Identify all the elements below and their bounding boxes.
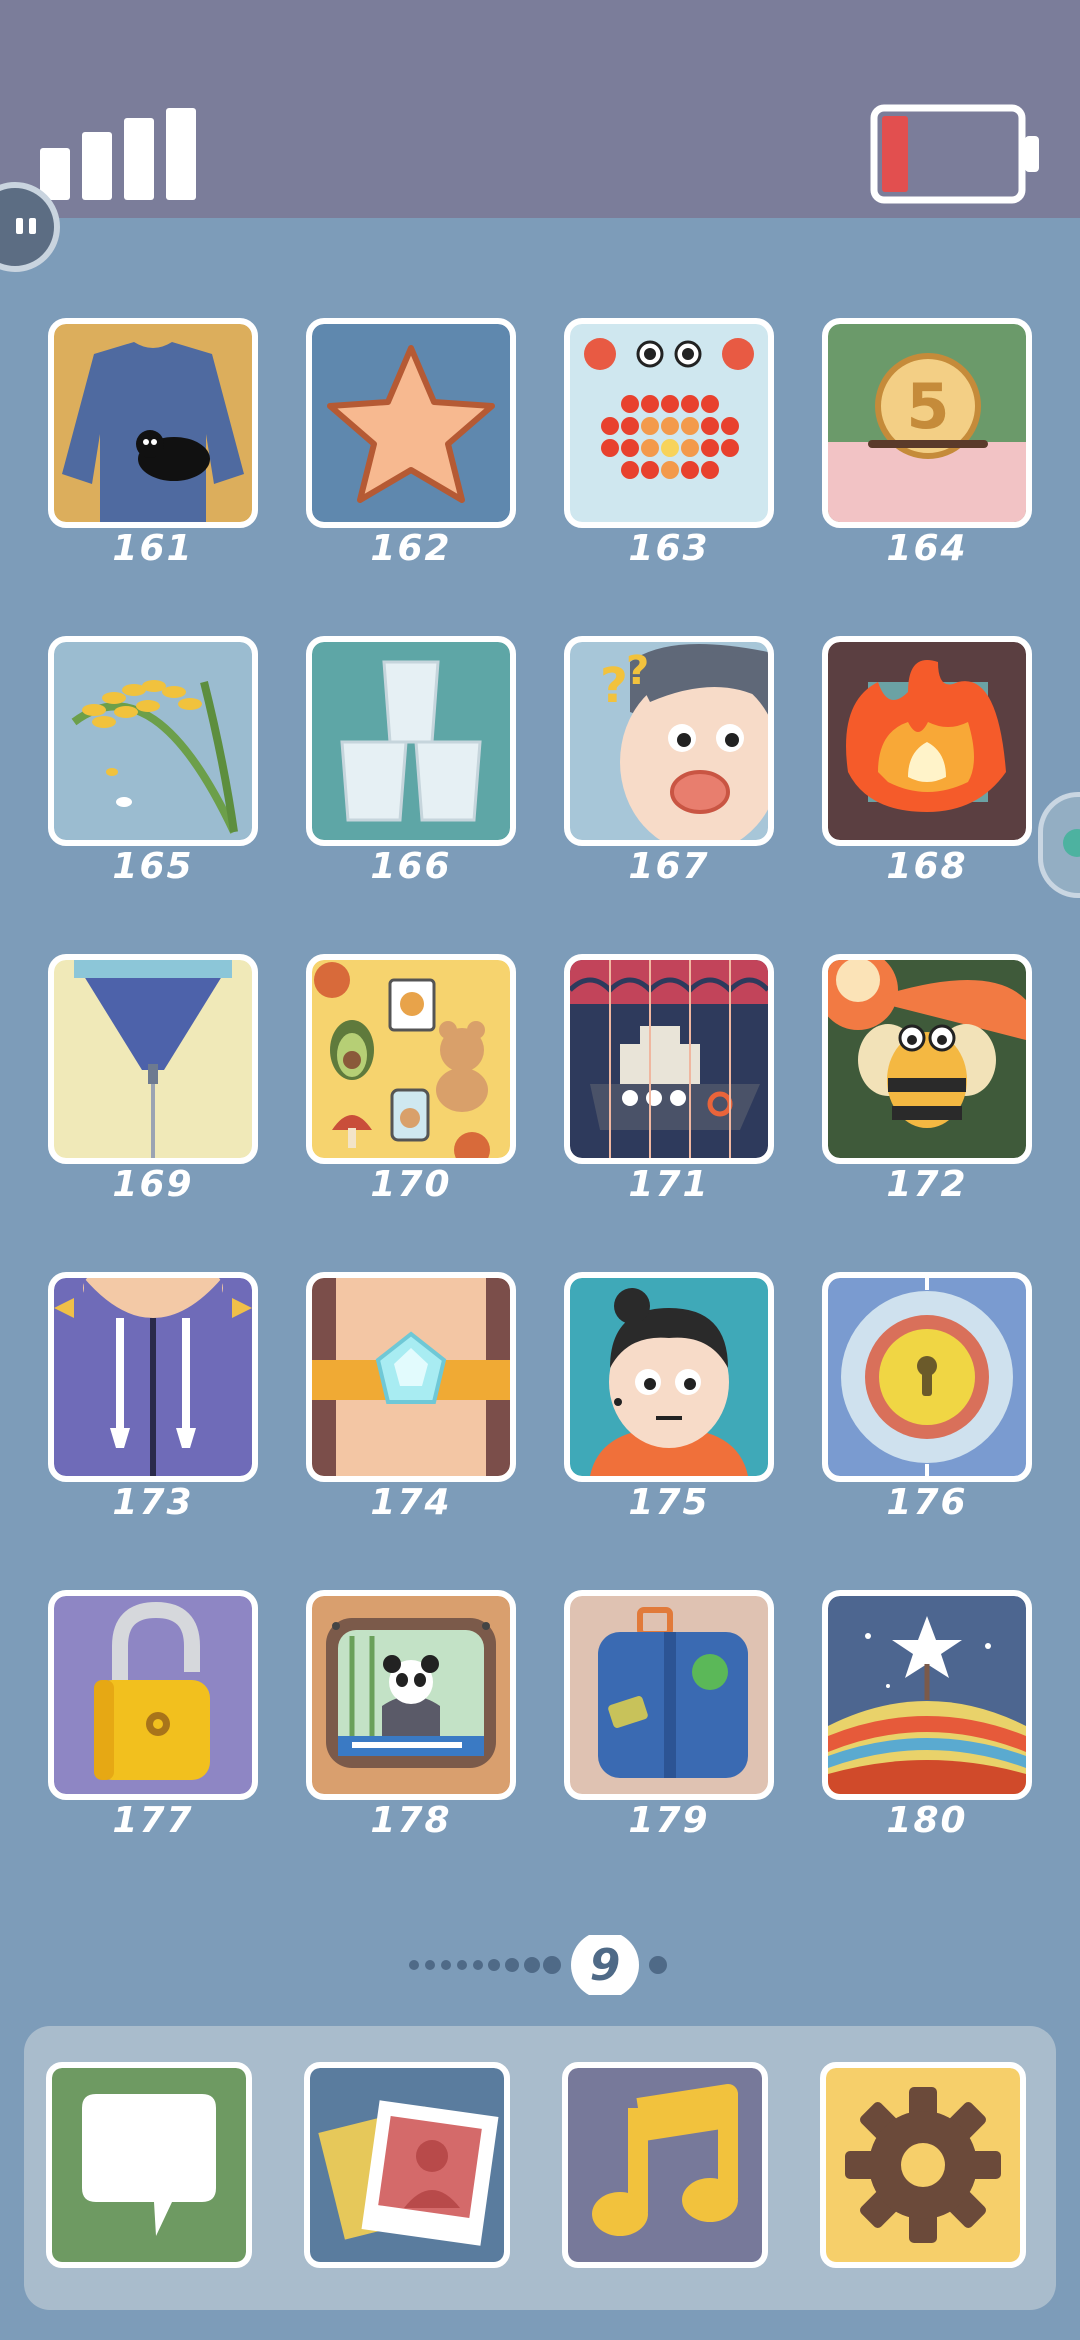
status-bar: [0, 0, 1080, 218]
level-number: 167: [628, 846, 710, 887]
level-number: 162: [370, 528, 452, 569]
level-number: 179: [628, 1800, 710, 1841]
level-number: 175: [628, 1482, 710, 1523]
fire-icon: [828, 642, 1026, 840]
ship-icon: [570, 960, 768, 1158]
birthday-cake-icon: [828, 1596, 1026, 1794]
rice-plant-icon: [54, 642, 252, 840]
level-tile-163[interactable]: 163: [564, 318, 774, 569]
zipper-icon: [54, 960, 252, 1158]
page-dot[interactable]: [505, 1958, 519, 1972]
level-number: 180: [886, 1800, 968, 1841]
page-dot[interactable]: [425, 1960, 435, 1970]
safe-lock-icon: [828, 1278, 1026, 1476]
speech-bubble-icon: [52, 2068, 246, 2262]
level-number: 164: [886, 528, 968, 569]
level-tile-161[interactable]: 161: [48, 318, 258, 569]
current-page-number: 9: [590, 1940, 621, 1991]
signal-bars-icon: [40, 108, 196, 200]
level-tile-178[interactable]: 178: [306, 1590, 516, 1841]
dock-photos-button[interactable]: [304, 2062, 510, 2268]
dock: [24, 2026, 1056, 2310]
page-dot[interactable]: [409, 1960, 419, 1970]
star-icon: [312, 324, 510, 522]
dock-settings-button[interactable]: [820, 2062, 1026, 2268]
level-number: 174: [370, 1482, 452, 1523]
level-tile-175[interactable]: 175: [564, 1272, 774, 1523]
page-dot[interactable]: [488, 1959, 500, 1971]
photo-icon: [310, 2068, 504, 2262]
gear-icon: [826, 2068, 1020, 2262]
level-number: 169: [112, 1164, 194, 1205]
level-tile-173[interactable]: 173: [48, 1272, 258, 1523]
page-dot[interactable]: [543, 1956, 561, 1974]
level-tile-168[interactable]: 168: [822, 636, 1032, 887]
level-number: 172: [886, 1164, 968, 1205]
level-number: 178: [370, 1800, 452, 1841]
level-tile-162[interactable]: 162: [306, 318, 516, 569]
level-tile-174[interactable]: 174: [306, 1272, 516, 1523]
level-tile-180[interactable]: 180: [822, 1590, 1032, 1841]
page-dot[interactable]: [649, 1956, 667, 1974]
coin-piggybank-icon: 5: [828, 324, 1026, 522]
level-number: 161: [112, 528, 194, 569]
level-tile-164[interactable]: 5 164: [822, 318, 1032, 569]
level-tile-172[interactable]: 172: [822, 954, 1032, 1205]
diamond-ring-icon: [312, 1278, 510, 1476]
level-tile-167[interactable]: ? ? 167: [564, 636, 774, 887]
girl-portrait-icon: [570, 1278, 768, 1476]
level-tile-170[interactable]: 170: [306, 954, 516, 1205]
page-dot[interactable]: [441, 1960, 451, 1970]
svg-text:?: ?: [626, 648, 649, 694]
level-tile-176[interactable]: 176: [822, 1272, 1032, 1523]
level-number: 176: [886, 1482, 968, 1523]
level-number: 177: [112, 1800, 194, 1841]
battery-low-icon: [870, 104, 1039, 204]
sweater-cat-icon: [54, 324, 252, 522]
level-number: 165: [112, 846, 194, 887]
page-dot[interactable]: [524, 1957, 540, 1973]
dock-messages-button[interactable]: [46, 2062, 252, 2268]
svg-text:5: 5: [906, 370, 949, 443]
level-number: 173: [112, 1482, 194, 1523]
level-tile-169[interactable]: 169: [48, 954, 258, 1205]
svg-text:?: ?: [600, 658, 628, 714]
hoodie-icon: [54, 1278, 252, 1476]
level-tile-177[interactable]: 177: [48, 1590, 258, 1841]
level-number: 168: [886, 846, 968, 887]
panda-tv-icon: [312, 1596, 510, 1794]
padlock-icon: [54, 1596, 252, 1794]
level-tile-165[interactable]: 165: [48, 636, 258, 887]
level-tile-179[interactable]: 179: [564, 1590, 774, 1841]
page-dot[interactable]: [457, 1960, 467, 1970]
page-dot[interactable]: [473, 1960, 483, 1970]
page-indicator: 9: [0, 1931, 1080, 1999]
music-note-icon: [568, 2068, 762, 2262]
level-number: 166: [370, 846, 452, 887]
level-number: 163: [628, 528, 710, 569]
dock-music-button[interactable]: [562, 2062, 768, 2268]
side-hint-button[interactable]: [1038, 792, 1080, 898]
suitcase-icon: [570, 1596, 768, 1794]
stacked-cups-icon: [312, 642, 510, 840]
level-tile-166[interactable]: 166: [306, 636, 516, 887]
level-number: 170: [370, 1164, 452, 1205]
crab-icon: [570, 324, 768, 522]
level-tile-171[interactable]: 171: [564, 954, 774, 1205]
level-number: 171: [628, 1164, 710, 1205]
stickers-pattern-icon: [312, 960, 510, 1158]
bee-icon: [828, 960, 1026, 1158]
confused-face-icon: ? ?: [570, 642, 768, 840]
